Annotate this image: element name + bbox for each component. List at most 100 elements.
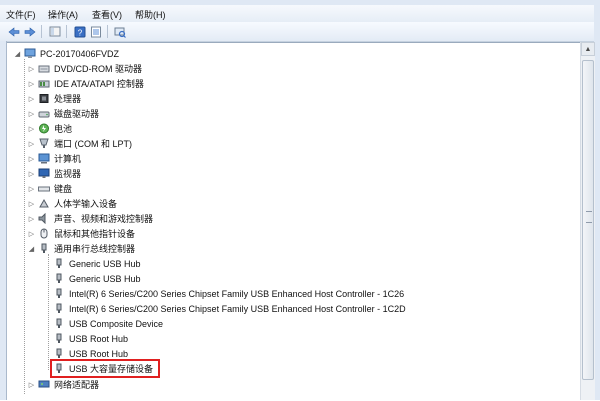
expand-arrow-icon[interactable]: ▷ — [27, 185, 36, 193]
tree-item-label: 电池 — [54, 124, 73, 134]
computer-root-icon — [24, 48, 36, 59]
computer-name: PC-20170406FVDZ — [40, 48, 120, 59]
expand-arrow-icon[interactable]: ▷ — [27, 140, 36, 148]
tree-item-mouse[interactable]: ▷ 鼠标和其他指针设备 — [27, 226, 135, 241]
tree-item-disk[interactable]: ▷ 磁盘驱动器 — [27, 106, 99, 121]
expand-arrow-icon[interactable]: ▷ — [27, 125, 36, 133]
usb-device-item[interactable]: Generic USB Hub — [53, 256, 141, 271]
tree-item-usb-controllers[interactable]: ◢ 通用串行总线控制器 — [27, 241, 135, 256]
forward-icon — [24, 26, 35, 37]
tree-item-hid[interactable]: ▷ 人体学输入设备 — [27, 196, 117, 211]
sound-icon — [38, 213, 50, 224]
tree-item-processor[interactable]: ▷ 处理器 — [27, 91, 81, 106]
usb-device-item[interactable]: USB Composite Device — [53, 316, 163, 331]
tree-item-keyboard[interactable]: ▷ 键盘 — [27, 181, 72, 196]
back-button[interactable] — [6, 24, 21, 39]
collapse-arrow-icon[interactable]: ◢ — [27, 245, 36, 253]
usb-plug-icon — [53, 273, 65, 284]
help-icon: ? — [74, 26, 85, 37]
tree-root[interactable]: ◢ PC-20170406FVDZ — [13, 46, 119, 61]
tree-guide-line — [24, 59, 25, 394]
highlight-box — [50, 359, 160, 378]
expand-arrow-icon[interactable]: ▷ — [27, 200, 36, 208]
usb-device-label: USB Root Hub — [69, 348, 129, 359]
expand-arrow-icon[interactable]: ▷ — [27, 170, 36, 178]
mouse-icon — [38, 228, 50, 239]
tree-item-network[interactable]: ▷ 网络适配器 — [27, 377, 99, 392]
tree-item-ide[interactable]: ▷ IDE ATA/ATAPI 控制器 — [27, 76, 144, 91]
usb-controller-icon — [38, 243, 50, 254]
disk-drive-icon — [38, 108, 50, 119]
menu-help[interactable]: 帮助(H) — [135, 8, 166, 21]
collapse-arrow-icon[interactable]: ◢ — [13, 50, 22, 58]
tree-item-label: 磁盘驱动器 — [54, 109, 100, 119]
menu-view[interactable]: 查看(V) — [92, 8, 122, 21]
toolbar-separator — [107, 25, 108, 38]
usb-plug-icon — [53, 303, 65, 314]
tree-item-label: 监视器 — [54, 169, 82, 179]
expand-arrow-icon[interactable]: ▷ — [27, 230, 36, 238]
expand-arrow-icon[interactable]: ▷ — [27, 110, 36, 118]
forward-button[interactable] — [22, 24, 37, 39]
tree-item-label: 键盘 — [54, 184, 73, 194]
properties-button[interactable] — [88, 24, 103, 39]
battery-icon — [38, 123, 50, 134]
vertical-scrollbar[interactable]: ▲ — [580, 42, 595, 400]
usb-device-item[interactable]: USB Root Hub — [53, 331, 128, 346]
show-hide-tree-button[interactable] — [47, 24, 62, 39]
usb-device-item[interactable]: Generic USB Hub — [53, 271, 141, 286]
tree-item-sound[interactable]: ▷ 声音、视频和游戏控制器 — [27, 211, 153, 226]
toolbar: ? — [0, 22, 600, 42]
computer-icon — [38, 153, 50, 164]
tree-item-computer[interactable]: ▷ 计算机 — [27, 151, 81, 166]
dvd-drive-icon — [38, 63, 50, 74]
tree-item-ports[interactable]: ▷ 端口 (COM 和 LPT) — [27, 136, 132, 151]
window-left-border — [0, 41, 7, 400]
toolbar-separator — [66, 25, 67, 38]
monitor-icon — [38, 168, 50, 179]
usb-device-label: USB Root Hub — [69, 333, 129, 344]
scan-icon — [114, 27, 126, 38]
usb-device-label: Intel(R) 6 Series/C200 Series Chipset Fa… — [69, 288, 405, 299]
menu-bar: 文件(F) 操作(A) 查看(V) 帮助(H) — [0, 5, 600, 23]
tree-guide-line — [48, 254, 49, 370]
tree-item-battery[interactable]: ▷ 电池 — [27, 121, 72, 136]
expand-arrow-icon[interactable]: ▷ — [27, 95, 36, 103]
tree-item-label: 计算机 — [54, 154, 82, 164]
usb-plug-icon — [53, 348, 65, 359]
tree-item-monitor[interactable]: ▷ 监视器 — [27, 166, 81, 181]
usb-device-item[interactable]: Intel(R) 6 Series/C200 Series Chipset Fa… — [53, 301, 406, 316]
usb-plug-icon — [53, 288, 65, 299]
usb-plug-icon — [53, 258, 65, 269]
expand-arrow-icon[interactable]: ▷ — [27, 155, 36, 163]
ide-controller-icon — [38, 78, 50, 89]
tree-item-label: 网络适配器 — [54, 380, 100, 390]
help-button[interactable]: ? — [72, 24, 87, 39]
tree-item-label: 人体学输入设备 — [54, 199, 118, 209]
tree-item-label: 端口 (COM 和 LPT) — [54, 139, 132, 149]
scroll-up-arrow-icon[interactable]: ▲ — [581, 42, 595, 56]
tree-item-dvd[interactable]: ▷ DVD/CD-ROM 驱动器 — [27, 61, 142, 76]
device-icon — [49, 26, 60, 37]
usb-device-label: USB Composite Device — [69, 318, 164, 329]
device-tree[interactable]: ◢ PC-20170406FVDZ ▷ DVD/CD-ROM 驱动器 ▷ IDE… — [7, 42, 580, 401]
usb-device-label: Intel(R) 6 Series/C200 Series Chipset Fa… — [69, 303, 406, 314]
tree-item-label: IDE ATA/ATAPI 控制器 — [54, 79, 144, 89]
properties-icon — [90, 26, 101, 37]
scrollbar-thumb[interactable] — [582, 60, 594, 380]
network-adapter-icon — [38, 379, 50, 390]
tree-item-label: 处理器 — [54, 94, 82, 104]
expand-arrow-icon[interactable]: ▷ — [27, 65, 36, 73]
tree-item-label: DVD/CD-ROM 驱动器 — [54, 64, 142, 74]
usb-plug-icon — [53, 333, 65, 344]
svg-text:?: ? — [77, 28, 82, 37]
menu-file[interactable]: 文件(F) — [6, 8, 36, 21]
expand-arrow-icon[interactable]: ▷ — [27, 215, 36, 223]
expand-arrow-icon[interactable]: ▷ — [27, 381, 36, 389]
usb-device-item[interactable]: Intel(R) 6 Series/C200 Series Chipset Fa… — [53, 286, 404, 301]
tree-item-label: 鼠标和其他指针设备 — [54, 229, 136, 239]
expand-arrow-icon[interactable]: ▷ — [27, 80, 36, 88]
menu-action[interactable]: 操作(A) — [48, 8, 78, 21]
usb-device-label: Generic USB Hub — [69, 258, 141, 269]
scan-hardware-button[interactable] — [112, 24, 127, 39]
